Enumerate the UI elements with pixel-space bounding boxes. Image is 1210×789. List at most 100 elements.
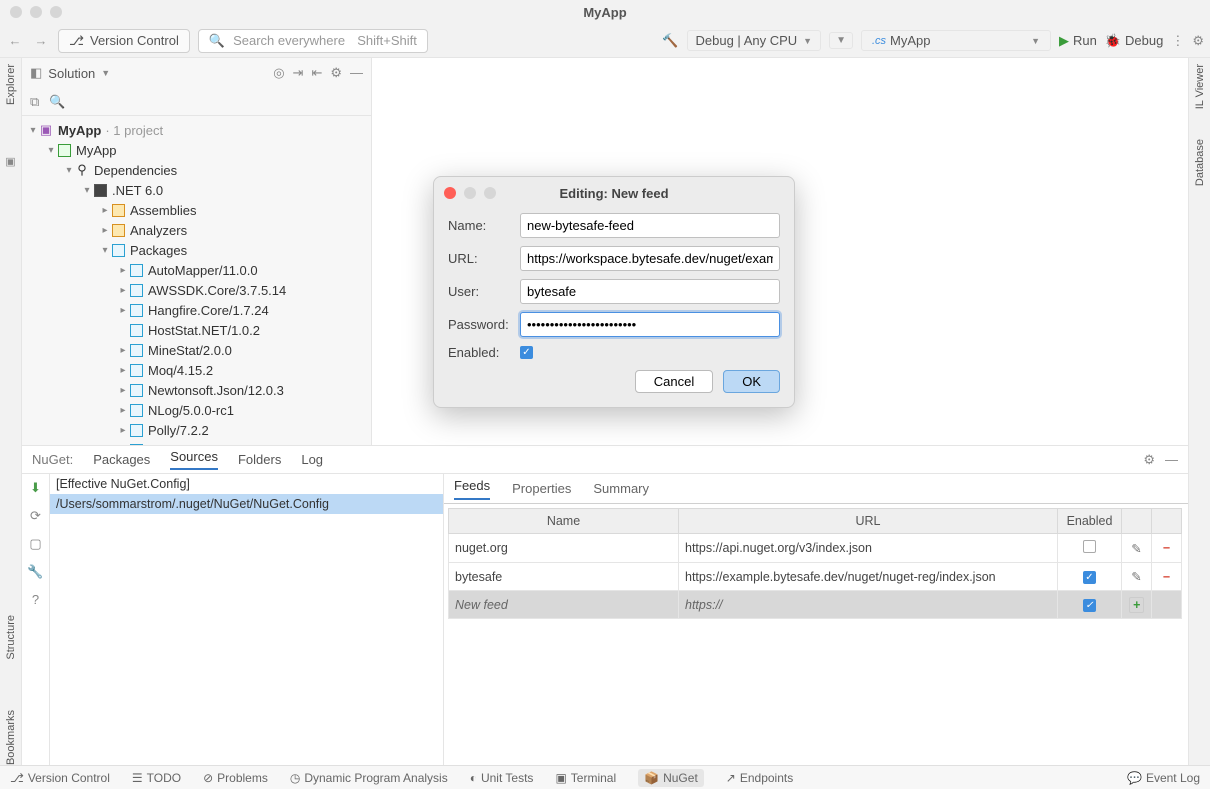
gear-icon[interactable]: ⚙ [330, 65, 342, 81]
feed-row[interactable]: bytesafehttps://example.bytesafe.dev/nug… [449, 563, 1182, 591]
debug-button[interactable]: 🐞 Debug [1105, 33, 1164, 49]
right-tool-rail: IL Viewer Database [1188, 58, 1210, 765]
collapse-icon[interactable]: ⇥ [293, 65, 304, 81]
tree-package[interactable]: ▸AutoMapper/11.0.0 [22, 260, 371, 280]
tree-package[interactable]: ▸Hangfire.Core/1.7.24 [22, 300, 371, 320]
status-unit-tests[interactable]: ◐Unit Tests [470, 771, 534, 785]
tree-assemblies[interactable]: ▸ Assemblies [22, 200, 371, 220]
nav-back-icon[interactable]: ← [6, 32, 24, 50]
run-button[interactable]: ▶ Run [1059, 33, 1097, 49]
tab-sources[interactable]: Sources [170, 449, 218, 470]
version-control-button[interactable]: ⎇ Version Control [58, 29, 190, 53]
tree-root[interactable]: ▾ ▣ MyApp · 1 project [22, 120, 371, 140]
status-endpoints[interactable]: ↗Endpoints [726, 771, 793, 785]
tree-deps-label: Dependencies [94, 163, 177, 178]
solution-icon: ◧ [30, 65, 42, 81]
edit-feed-button[interactable]: ✎ [1131, 542, 1141, 556]
status-terminal[interactable]: ▣Terminal [555, 771, 616, 785]
settings-icon[interactable]: ⚙ [1192, 33, 1204, 49]
layout-icon[interactable]: ▢ [29, 536, 41, 552]
main-toolbar: ← → ⎇ Version Control 🔍 Search everywher… [0, 24, 1210, 58]
feed-tab-feeds[interactable]: Feeds [454, 478, 490, 500]
tab-folders[interactable]: Folders [238, 452, 281, 467]
feed-row[interactable]: New feedhttps://✓+ [449, 591, 1182, 619]
tree-package[interactable]: ▸AWSSDK.Core/3.7.5.14 [22, 280, 371, 300]
more-icon[interactable]: ⋮ [1171, 33, 1184, 49]
source-user-config[interactable]: /Users/sommarstrom/.nuget/NuGet/NuGet.Co… [50, 494, 443, 514]
folder-icon[interactable]: ▣ [5, 155, 15, 168]
help-icon[interactable]: ? [32, 592, 39, 607]
status-todo[interactable]: ☰TODO [132, 771, 181, 785]
download-icon[interactable]: ⬇ [30, 480, 41, 496]
rail-explorer[interactable]: Explorer [5, 64, 17, 105]
add-feed-button[interactable]: + [1129, 597, 1144, 613]
tree-package[interactable]: HostStat.NET/1.0.2 [22, 320, 371, 340]
feed-tab-properties[interactable]: Properties [512, 481, 571, 496]
chevron-down-icon[interactable]: ▼ [829, 32, 853, 49]
tree-package[interactable]: ▸Moq/4.15.2 [22, 360, 371, 380]
bug-icon: 🐞 [1105, 33, 1121, 49]
feed-enabled-checkbox[interactable]: ✓ [1083, 599, 1096, 612]
nuget-panel: NuGet: Packages Sources Folders Log ⚙ — … [22, 445, 1188, 765]
status-bar: ⎇Version Control ☰TODO ⊘Problems ◷Dynami… [0, 765, 1210, 789]
run-configuration-selector[interactable]: Debug | Any CPU ▼ [687, 30, 822, 51]
feed-row[interactable]: nuget.orghttps://api.nuget.org/v3/index.… [449, 534, 1182, 563]
cancel-button[interactable]: Cancel [635, 370, 713, 393]
tree-packages[interactable]: ▾ Packages [22, 240, 371, 260]
gear-icon[interactable]: ⚙ [1143, 452, 1155, 468]
feed-name-input[interactable] [520, 213, 780, 238]
tree-net[interactable]: ▾ .NET 6.0 [22, 180, 371, 200]
minimize-panel-icon[interactable]: — [1165, 452, 1178, 468]
tree-project[interactable]: ▾ MyApp [22, 140, 371, 160]
tab-packages[interactable]: Packages [93, 452, 150, 467]
tab-log[interactable]: Log [301, 452, 323, 467]
tree-package[interactable]: ▸MineStat/2.0.0 [22, 340, 371, 360]
tree-dependencies[interactable]: ▾ ⚲ Dependencies [22, 160, 371, 180]
solution-tree[interactable]: ▾ ▣ MyApp · 1 project ▾ MyApp ▾ ⚲ Depend… [22, 116, 371, 445]
window-title: MyApp [0, 5, 1210, 20]
chevron-down-icon: ▼ [803, 36, 812, 46]
feed-enabled-checkbox[interactable] [1083, 540, 1096, 553]
status-vc[interactable]: ⎇Version Control [10, 771, 110, 785]
search-everywhere[interactable]: 🔍 Search everywhere Shift+Shift [198, 29, 428, 53]
rail-structure[interactable]: Structure [5, 615, 17, 660]
status-nuget[interactable]: 📦NuGet [638, 769, 704, 787]
rail-bookmarks[interactable]: Bookmarks [5, 710, 17, 765]
tree-package[interactable]: ▸NLog/5.0.0-rc1 [22, 400, 371, 420]
feed-enabled-checkbox[interactable]: ✓ [1083, 571, 1096, 584]
ok-button[interactable]: OK [723, 370, 780, 393]
search-icon[interactable]: 🔍 [49, 94, 65, 110]
rail-database[interactable]: Database [1194, 139, 1206, 186]
tree-package[interactable]: ▸Newtonsoft.Json/12.0.3 [22, 380, 371, 400]
edit-feed-button[interactable]: ✎ [1131, 570, 1141, 584]
sources-list[interactable]: [Effective NuGet.Config] /Users/sommarst… [50, 474, 444, 765]
solution-header[interactable]: Solution [48, 66, 95, 81]
th-name: Name [449, 509, 679, 534]
remove-feed-button[interactable]: − [1163, 541, 1170, 555]
status-dpa[interactable]: ◷Dynamic Program Analysis [290, 771, 448, 785]
feed-user-input[interactable] [520, 279, 780, 304]
nav-forward-icon[interactable]: → [32, 32, 50, 50]
minimize-panel-icon[interactable]: — [350, 65, 363, 81]
app-selector-label: MyApp [890, 33, 930, 48]
wrench-icon[interactable]: 🔧 [27, 564, 43, 580]
status-event-log[interactable]: 💬Event Log [1127, 771, 1200, 785]
hammer-icon[interactable]: 🔨 [662, 33, 678, 49]
remove-feed-button[interactable]: − [1163, 570, 1170, 584]
feeds-table: Name URL Enabled nuget.orghttps://api.nu… [448, 508, 1182, 619]
tree-package[interactable]: ▸Polly/7.2.2 [22, 420, 371, 440]
refresh-icon[interactable]: ⟳ [30, 508, 41, 524]
feed-password-input[interactable] [520, 312, 780, 337]
feed-tab-summary[interactable]: Summary [593, 481, 649, 496]
expand-icon[interactable]: ⇤ [311, 65, 322, 81]
tree-analyzers[interactable]: ▸ Analyzers [22, 220, 371, 240]
chevron-down-icon[interactable]: ▼ [101, 68, 110, 78]
feed-enabled-checkbox[interactable]: ✓ [520, 346, 533, 359]
feed-url-input[interactable] [520, 246, 780, 271]
status-problems[interactable]: ⊘Problems [203, 771, 268, 785]
tree-icon[interactable]: ⧉ [30, 94, 39, 110]
target-icon[interactable]: ◎ [273, 65, 284, 81]
app-selector[interactable]: .cs MyApp ▼ [861, 30, 1051, 51]
rail-il-viewer[interactable]: IL Viewer [1194, 64, 1206, 109]
source-effective[interactable]: [Effective NuGet.Config] [50, 474, 443, 494]
